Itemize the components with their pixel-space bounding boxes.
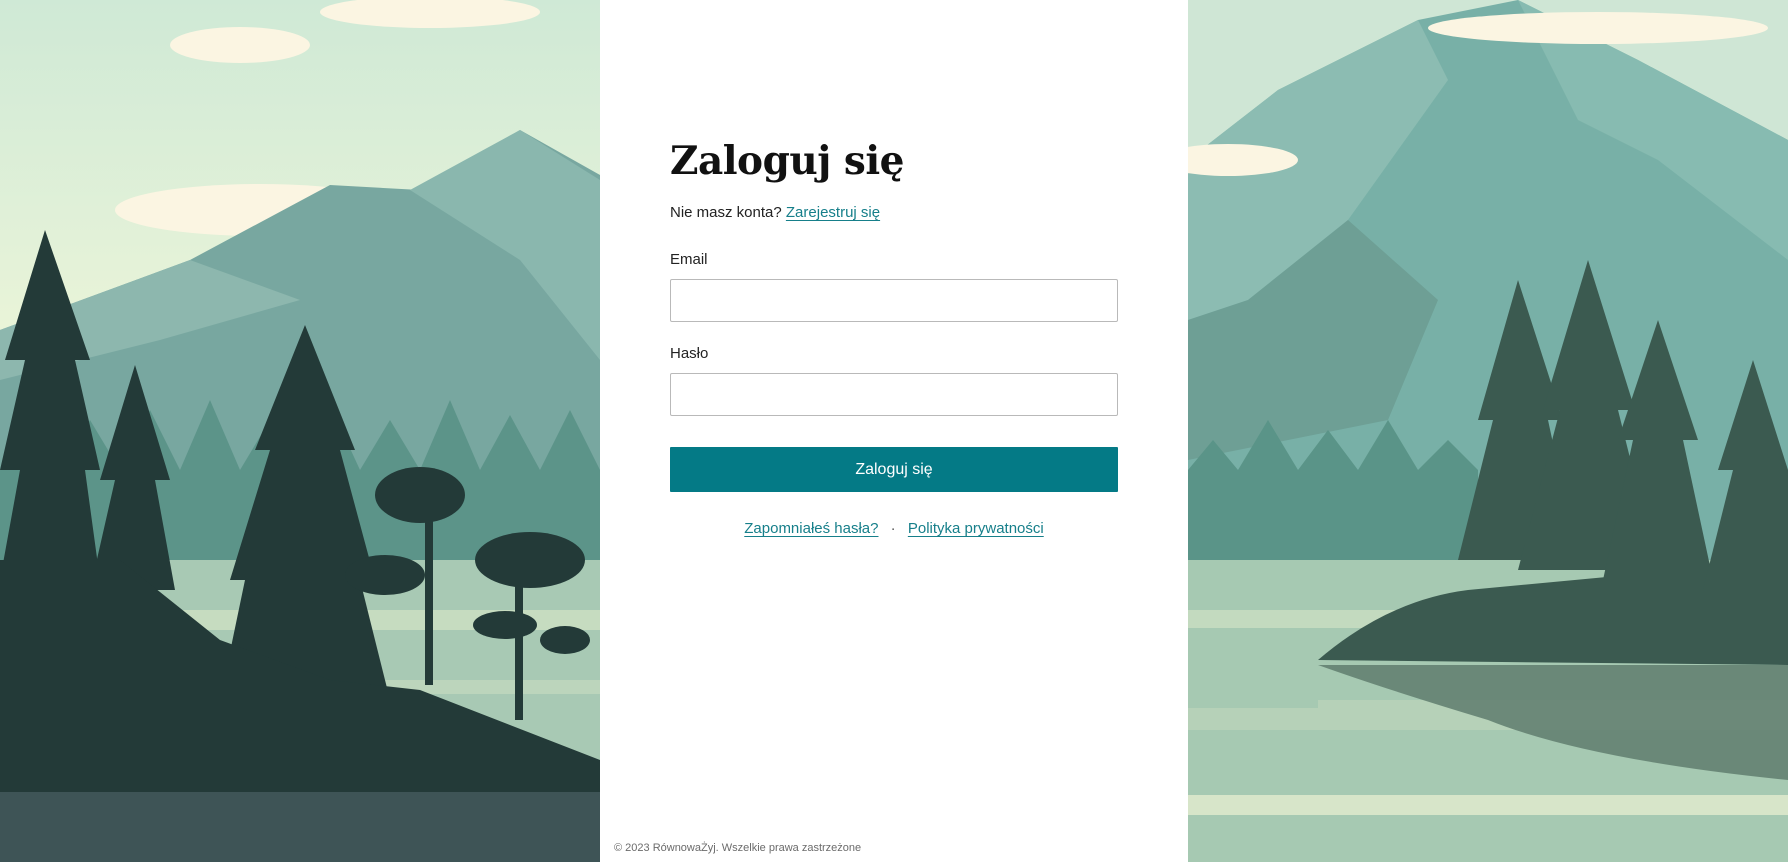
page-title: Zaloguj się xyxy=(670,138,904,184)
privacy-policy-link[interactable]: Polityka prywatności xyxy=(908,520,1044,537)
background-landscape-right xyxy=(1188,0,1788,862)
password-label: Hasło xyxy=(670,345,709,362)
login-button[interactable]: Zaloguj się xyxy=(670,447,1118,492)
login-panel: Zaloguj się Nie masz konta? Zarejestruj … xyxy=(600,0,1188,862)
signup-prompt: Nie masz konta? Zarejestruj się xyxy=(670,204,880,221)
register-link[interactable]: Zarejestruj się xyxy=(786,204,880,221)
copyright-text: © 2023 RównowaŻyj. Wszelkie prawa zastrz… xyxy=(614,842,862,854)
email-field[interactable] xyxy=(670,279,1118,322)
no-account-text: Nie masz konta? xyxy=(670,204,782,221)
forgot-password-link[interactable]: Zapomniałeś hasła? xyxy=(744,520,878,537)
password-field[interactable] xyxy=(670,373,1118,416)
auth-links: Zapomniałeś hasła? · Polityka prywatnośc… xyxy=(670,520,1118,537)
background-landscape-left xyxy=(0,0,600,862)
email-label: Email xyxy=(670,251,708,268)
link-separator: · xyxy=(890,520,896,537)
